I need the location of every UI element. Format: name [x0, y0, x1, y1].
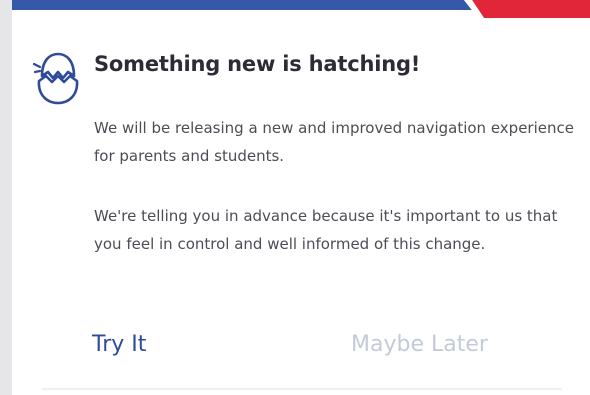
background-page-edge — [0, 0, 12, 395]
hatching-egg-icon — [32, 52, 79, 105]
try-it-button[interactable]: Try It — [92, 327, 146, 363]
close-region[interactable] — [562, 0, 590, 22]
brand-header-stripe — [12, 0, 590, 18]
dialog-paragraph-1: We will be releasing a new and improved … — [94, 119, 574, 165]
maybe-later-button[interactable]: Maybe Later — [351, 327, 488, 363]
announcement-dialog: Something new is hatching! We will be re… — [12, 0, 590, 395]
dialog-paragraph-2: We're telling you in advance because it'… — [94, 207, 558, 253]
dialog-title: Something new is hatching! — [94, 52, 421, 76]
divider — [42, 388, 562, 390]
